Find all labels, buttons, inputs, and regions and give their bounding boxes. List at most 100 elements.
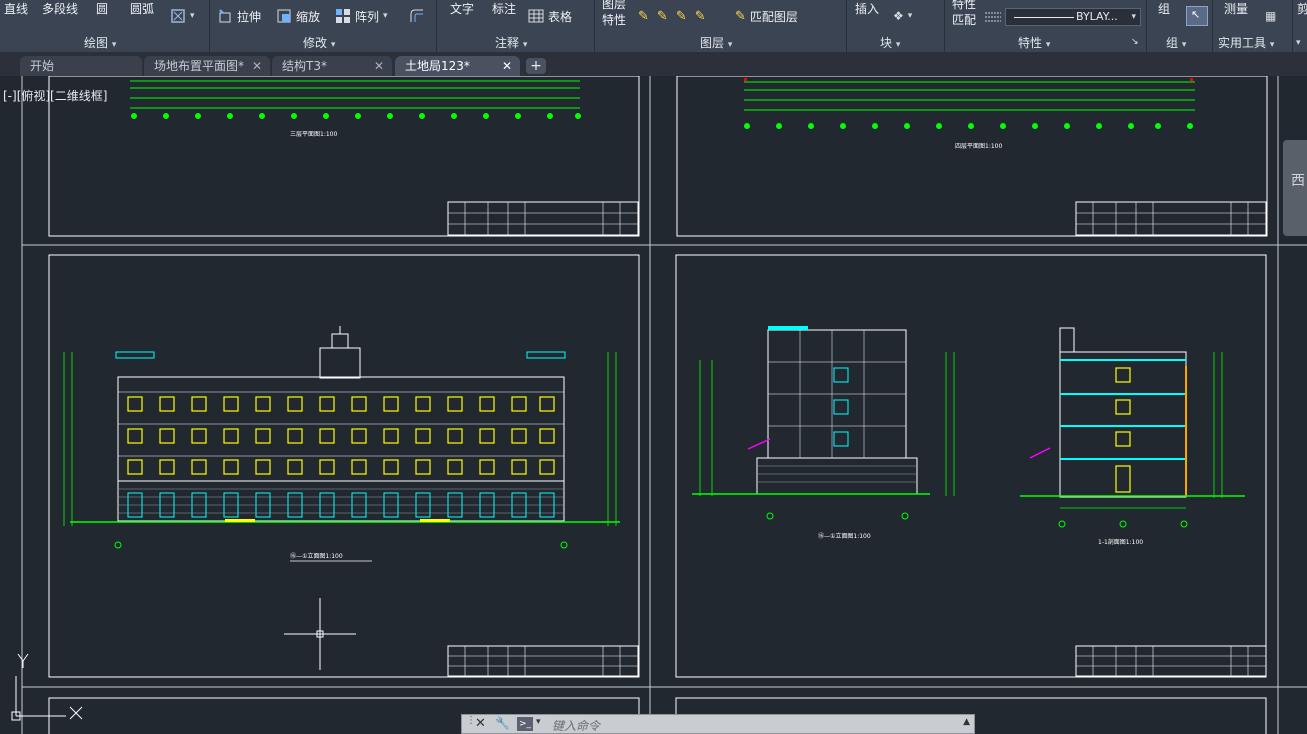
chevron-up-icon[interactable]: ▲ xyxy=(963,717,970,727)
offset-icon xyxy=(410,9,423,22)
panel-separator xyxy=(594,0,595,52)
tab-label: 土地局123* xyxy=(405,59,470,73)
circle-label: 圆 xyxy=(96,1,109,16)
annotation-panel-title[interactable]: 注释 ▾ xyxy=(495,34,527,51)
sheet-title-mid-left: ⑯—①立面图1:100 xyxy=(290,552,343,560)
modify-panel-label: 修改 xyxy=(303,36,328,50)
panel-separator xyxy=(944,0,945,52)
tab-site-layout[interactable]: 场地布置平面图* ✕ xyxy=(144,56,270,76)
overflow-chevron[interactable]: ▾ xyxy=(1296,34,1301,48)
group-label: 组 xyxy=(1158,1,1171,16)
insert-tool[interactable]: 插入 xyxy=(855,0,879,24)
layer-lock-icon[interactable]: ✎ xyxy=(695,9,706,24)
layers-panel-title[interactable]: 图层 ▾ xyxy=(700,34,732,51)
command-prompt-icon[interactable]: >_ xyxy=(517,717,533,731)
block-panel-label: 块 xyxy=(880,36,893,50)
layer-isolate-icon[interactable]: ✎ xyxy=(638,9,649,24)
tab-label: 场地布置平面图* xyxy=(154,59,245,73)
layer-off-icon[interactable]: ✎ xyxy=(676,9,687,24)
measure-button[interactable]: 测量 xyxy=(1224,0,1248,24)
match-properties-button[interactable]: 特性 匹配 xyxy=(952,0,976,28)
sheet-top-right: 四层平面图1:100 xyxy=(676,76,1268,237)
utilities-panel-label: 实用工具 xyxy=(1218,36,1267,50)
close-icon[interactable]: ✕ xyxy=(374,56,384,76)
chevron-down-icon: ▾ xyxy=(330,40,336,50)
tab-land-bureau[interactable]: 土地局123* ✕ xyxy=(395,56,520,76)
arc-tool[interactable]: 圆弧 xyxy=(130,0,154,24)
stretch-button[interactable]: 拉伸 xyxy=(217,0,261,32)
hatch-tool[interactable]: ▾ xyxy=(170,0,195,32)
match-layer-icon: ✎ xyxy=(735,8,746,24)
array-button[interactable]: 阵列 ▾ xyxy=(335,0,388,32)
match-properties-label-1: 特性 xyxy=(952,0,977,11)
crosshair-cursor xyxy=(284,598,356,670)
chevron-down-icon: ▾ xyxy=(1131,12,1136,22)
viewport-controls[interactable]: [-][俯视][二维线框] xyxy=(3,87,107,104)
chevron-down-icon: ▾ xyxy=(111,40,117,50)
groups-panel-title[interactable]: 组 ▾ xyxy=(1166,34,1186,51)
model-space-canvas[interactable]: 三层平面图1:100 四层平面图1:100 ⑯—①立面图1:100 ⑯—①立面图… xyxy=(0,76,1307,734)
scale-button[interactable]: 缩放 xyxy=(276,0,320,32)
panel-separator xyxy=(1292,0,1293,52)
table-button[interactable]: 表格 xyxy=(528,0,572,32)
clipboard-button[interactable]: 剪 xyxy=(1297,0,1307,24)
stretch-label: 拉伸 xyxy=(237,9,262,24)
sheet-mid-right: ⑯—①立面图1:100 1-1剖面图1:100 xyxy=(675,254,1267,678)
circle-tool[interactable]: 圆 xyxy=(96,0,108,24)
close-icon[interactable]: ✕ xyxy=(475,716,486,731)
calculator-button[interactable]: ▦ xyxy=(1265,0,1276,32)
tab-label: 结构T3* xyxy=(282,59,327,73)
clipboard-label: 剪 xyxy=(1297,1,1307,16)
plus-icon: + xyxy=(530,58,542,74)
stretch-icon xyxy=(219,9,231,23)
cursor-icon: ↖ xyxy=(1191,8,1201,21)
draw-panel-title[interactable]: 绘图 ▾ xyxy=(84,34,116,51)
layer-tools: ✎ ✎ ✎ ✎ xyxy=(638,0,706,32)
dimension-tool[interactable]: 标注 xyxy=(492,0,516,24)
linetype-dropdown[interactable]: BYLAY... ▾ xyxy=(1005,8,1141,26)
tab-label: 开始 xyxy=(30,59,55,73)
tab-start[interactable]: 开始 xyxy=(20,56,142,76)
match-layer-button[interactable]: ✎ 匹配图层 xyxy=(735,0,798,32)
sheet-mid-left: ⑯—①立面图1:100 xyxy=(48,254,640,678)
insert-label: 插入 xyxy=(855,1,880,16)
group-select-button[interactable]: ↖ xyxy=(1186,6,1208,26)
layer-properties-label-1: 图层 xyxy=(602,0,627,11)
properties-dialog-launcher[interactable]: ↘ xyxy=(1131,37,1139,47)
layer-properties-button[interactable]: 图层 特性 xyxy=(602,0,626,28)
chevron-down-icon: ▾ xyxy=(383,11,388,21)
sheet-title-mid-right: ⑯—①立面图1:100 xyxy=(818,532,871,540)
chevron-down-icon: ▾ xyxy=(1045,40,1051,50)
command-line[interactable]: ⋮ ✕ 🔧 >_ ▾ 键入命令 ▲ xyxy=(461,714,975,734)
group-button[interactable]: 组 xyxy=(1158,0,1170,24)
modify-panel-title[interactable]: 修改 ▾ xyxy=(303,34,335,51)
scale-icon xyxy=(277,9,291,23)
sheet-title-section: 1-1剖面图1:100 xyxy=(1098,538,1143,546)
properties-panel-title[interactable]: 特性 ▾ xyxy=(1018,34,1050,51)
line-tool[interactable]: 直线 xyxy=(4,0,28,24)
close-icon[interactable]: ✕ xyxy=(502,56,512,76)
chevron-down-icon: ▾ xyxy=(727,40,733,50)
panel-separator xyxy=(846,0,847,52)
linetype-icon xyxy=(985,11,1001,23)
text-tool[interactable]: 文字 xyxy=(450,0,474,24)
chevron-down-icon[interactable]: ▾ xyxy=(536,717,541,727)
command-input[interactable]: 键入命令 xyxy=(552,717,600,734)
block-panel-title[interactable]: 块 ▾ xyxy=(880,34,900,51)
dimension-label: 标注 xyxy=(492,1,517,16)
tab-structure[interactable]: 结构T3* ✕ xyxy=(272,56,392,76)
new-tab-button[interactable]: + xyxy=(526,58,546,74)
modify-extra-tool[interactable] xyxy=(409,0,425,32)
utilities-panel-title[interactable]: 实用工具 ▾ xyxy=(1218,34,1274,51)
chevron-down-icon: ▾ xyxy=(1296,38,1301,48)
close-icon[interactable]: ✕ xyxy=(252,56,262,76)
block-edit-tool[interactable]: ❖ ▾ xyxy=(893,0,912,32)
polyline-tool[interactable]: 多段线 xyxy=(42,0,78,24)
viewcube[interactable]: 西 xyxy=(1283,140,1307,236)
wrench-icon[interactable]: 🔧 xyxy=(495,716,510,730)
layers-panel-label: 图层 xyxy=(700,36,725,50)
panel-separator xyxy=(436,0,437,52)
layer-freeze-icon[interactable]: ✎ xyxy=(657,9,668,24)
linetype-preview xyxy=(1014,17,1074,18)
chevron-down-icon: ▾ xyxy=(522,40,528,50)
